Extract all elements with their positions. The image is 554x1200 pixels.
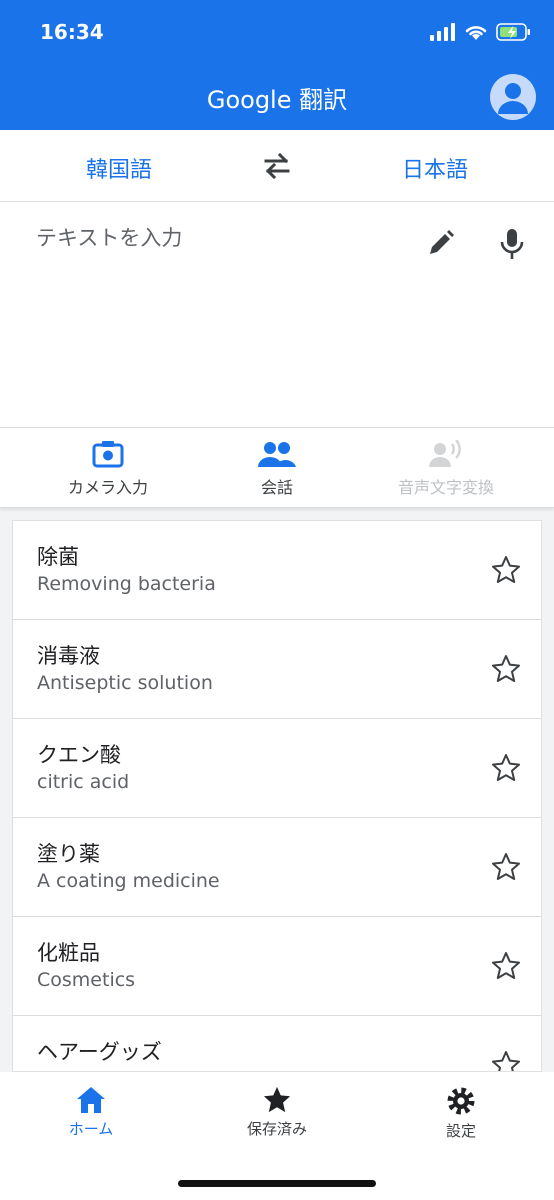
battery-icon — [496, 23, 530, 41]
target-language-button[interactable]: 日本語 — [402, 152, 468, 184]
text-input-placeholder: テキストを入力 — [36, 226, 183, 250]
history-item[interactable]: ヘアーグッズ — [13, 1016, 541, 1072]
history-translation-text: A coating medicine — [37, 870, 220, 892]
history-source-text: 除菌 — [37, 545, 79, 569]
nav-saved-label: 保存済み — [246, 1120, 307, 1138]
star-outline-icon[interactable] — [491, 1050, 521, 1072]
history-item[interactable]: 化粧品 Cosmetics — [13, 917, 541, 1016]
account-avatar[interactable] — [490, 74, 536, 120]
transcribe-icon — [429, 440, 461, 467]
input-tools: カメラ入力 会話 音声文字変換 — [0, 428, 554, 508]
history-source-text: 化粧品 — [37, 941, 100, 965]
app-header: Google 翻訳 — [0, 64, 554, 130]
camera-input-label: カメラ入力 — [67, 478, 148, 497]
transcribe-button[interactable]: 音声文字変換 — [366, 440, 526, 498]
history-translation-text: Antiseptic solution — [37, 672, 213, 694]
history-source-text: 消毒液 — [37, 644, 100, 668]
camera-icon — [92, 441, 124, 468]
camera-input-button[interactable]: カメラ入力 — [28, 440, 188, 498]
history-translation-text: Cosmetics — [37, 969, 136, 991]
text-input-area[interactable]: テキストを入力 — [0, 202, 554, 428]
nav-home-label: ホーム — [68, 1120, 114, 1138]
nav-saved[interactable]: 保存済み — [217, 1086, 337, 1139]
nav-settings-label: 設定 — [445, 1122, 476, 1140]
history-translation-text: Removing bacteria — [37, 573, 216, 595]
star-filled-icon — [263, 1086, 291, 1113]
status-bar: 16:34 — [0, 0, 554, 64]
handwriting-pen-icon[interactable] — [426, 228, 456, 258]
history-item[interactable]: 除菌 Removing bacteria — [13, 521, 541, 620]
account-icon — [498, 83, 528, 114]
star-outline-icon[interactable] — [491, 951, 521, 981]
history-source-text: 塗り薬 — [37, 842, 100, 866]
home-icon — [77, 1087, 105, 1113]
star-outline-icon[interactable] — [491, 852, 521, 882]
nav-home[interactable]: ホーム — [31, 1086, 151, 1139]
history-translation-text: citric acid — [37, 771, 130, 793]
transcribe-label: 音声文字変換 — [397, 478, 494, 497]
star-outline-icon[interactable] — [491, 555, 521, 585]
wifi-icon — [465, 26, 487, 40]
conversation-icon — [258, 442, 296, 467]
history-source-text: クエン酸 — [37, 743, 121, 767]
swap-languages-icon[interactable] — [262, 152, 292, 180]
source-language-button[interactable]: 韓国語 — [86, 152, 152, 184]
status-icons — [430, 22, 532, 42]
history-item[interactable]: 消毒液 Antiseptic solution — [13, 620, 541, 719]
app-title: Google 翻訳 — [206, 86, 348, 114]
language-bar: 韓国語 日本語 — [0, 130, 554, 202]
home-indicator[interactable] — [178, 1180, 376, 1187]
star-outline-icon[interactable] — [491, 654, 521, 684]
translation-history: 除菌 Removing bacteria 消毒液 Antiseptic solu… — [12, 520, 542, 1072]
conversation-button[interactable]: 会話 — [197, 440, 357, 498]
status-time: 16:34 — [40, 20, 104, 44]
microphone-icon[interactable] — [498, 228, 526, 260]
star-outline-icon[interactable] — [491, 753, 521, 783]
nav-settings[interactable]: 設定 — [401, 1086, 521, 1141]
conversation-label: 会話 — [260, 478, 293, 497]
gear-icon — [447, 1087, 475, 1115]
history-source-text: ヘアーグッズ — [37, 1040, 162, 1064]
history-item[interactable]: 塗り薬 A coating medicine — [13, 818, 541, 917]
history-item[interactable]: クエン酸 citric acid — [13, 719, 541, 818]
signal-icon — [430, 23, 455, 41]
